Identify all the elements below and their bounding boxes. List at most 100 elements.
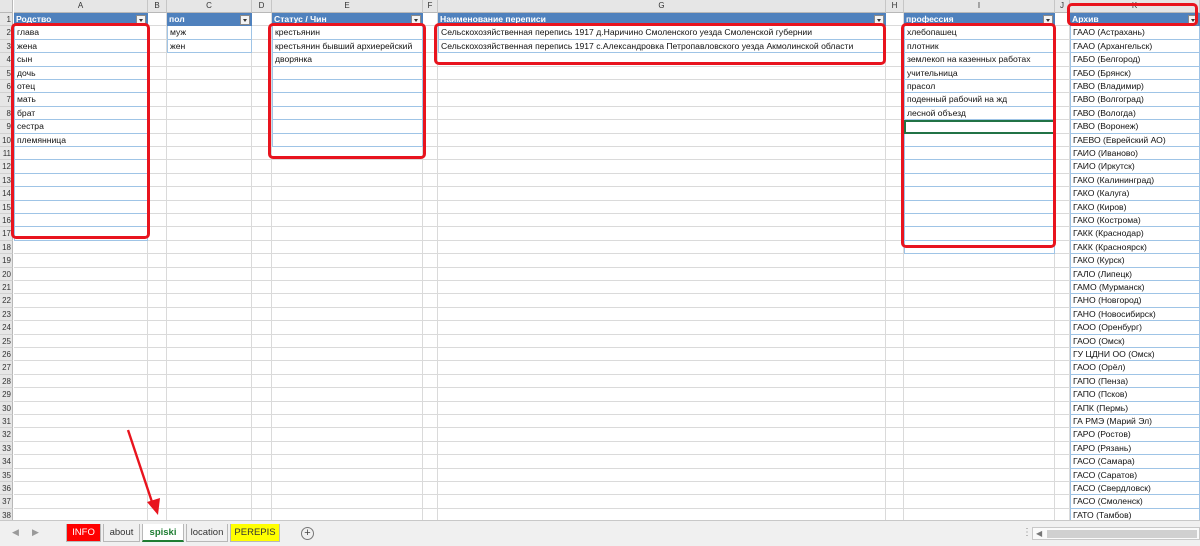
cell[interactable] — [438, 401, 886, 415]
cell[interactable] — [167, 93, 252, 107]
row-header[interactable]: 31 — [0, 415, 13, 429]
plus-circle-icon[interactable]: + — [301, 527, 314, 540]
cell[interactable] — [438, 106, 886, 121]
cell[interactable] — [252, 160, 272, 174]
column-header-i[interactable]: I — [904, 0, 1055, 13]
row-header[interactable]: 35 — [0, 468, 13, 482]
cell[interactable] — [423, 267, 438, 281]
cell[interactable] — [423, 200, 438, 214]
row-header[interactable]: 29 — [0, 388, 13, 402]
cell[interactable] — [14, 441, 148, 456]
cell[interactable] — [438, 307, 886, 322]
cell[interactable] — [272, 281, 423, 295]
cell[interactable] — [886, 348, 904, 362]
cell[interactable] — [423, 441, 438, 456]
cell[interactable] — [148, 214, 167, 228]
cell[interactable] — [148, 53, 167, 67]
cell[interactable] — [148, 66, 167, 80]
cell[interactable] — [252, 200, 272, 214]
cell[interactable] — [252, 508, 272, 520]
select-all-corner[interactable] — [0, 0, 13, 13]
cell[interactable] — [148, 415, 167, 429]
cell[interactable] — [886, 401, 904, 415]
cell[interactable] — [252, 254, 272, 268]
scrollbar-thumb[interactable] — [1047, 530, 1197, 538]
cell[interactable] — [1055, 227, 1070, 241]
row-header[interactable]: 37 — [0, 495, 13, 509]
cell[interactable] — [272, 240, 423, 255]
cell[interactable] — [272, 388, 423, 402]
cell[interactable] — [438, 482, 886, 496]
cell[interactable] — [438, 508, 886, 520]
cell[interactable] — [167, 53, 252, 67]
cell[interactable] — [1055, 26, 1070, 40]
cell[interactable] — [148, 374, 167, 389]
cell[interactable]: ГАКО (Калуга) — [1070, 187, 1200, 201]
cell[interactable] — [272, 348, 423, 362]
cell[interactable] — [14, 482, 148, 496]
cell[interactable] — [423, 508, 438, 520]
cell[interactable] — [148, 508, 167, 520]
cell[interactable] — [886, 482, 904, 496]
cell[interactable] — [14, 307, 148, 322]
cell[interactable] — [252, 294, 272, 308]
row-header[interactable]: 19 — [0, 254, 13, 268]
cell[interactable]: муж — [167, 26, 252, 40]
cell[interactable] — [14, 508, 148, 520]
row-header[interactable]: 26 — [0, 348, 13, 362]
cell[interactable] — [1055, 160, 1070, 174]
cell[interactable] — [167, 147, 252, 161]
cell[interactable]: ГААО (Архангельск) — [1070, 39, 1200, 54]
cell[interactable]: ГАНО (Новосибирск) — [1070, 307, 1200, 322]
cell[interactable] — [167, 374, 252, 389]
cell[interactable] — [167, 495, 252, 509]
cell[interactable] — [438, 227, 886, 241]
cell[interactable] — [252, 495, 272, 509]
cell[interactable]: ГАСО (Свердловск) — [1070, 482, 1200, 496]
column-header-d[interactable]: D — [252, 0, 272, 13]
cell[interactable]: ГАЛО (Липецк) — [1070, 267, 1200, 281]
spreadsheet-grid[interactable]: A B C D E F G H I J K 1 2 3 4 5 6 7 8 9 10 11 12 13 14 15 16 17 18 19… — [0, 0, 1200, 520]
cell[interactable] — [148, 80, 167, 94]
cell[interactable] — [167, 468, 252, 482]
cell[interactable] — [438, 254, 886, 268]
cell[interactable]: ГАВО (Волгоград) — [1070, 93, 1200, 107]
cell[interactable]: ГААО (Астрахань) — [1070, 26, 1200, 40]
cell[interactable] — [886, 455, 904, 469]
cell[interactable] — [904, 388, 1055, 402]
cell[interactable] — [167, 401, 252, 415]
column-header-g[interactable]: G — [438, 0, 886, 13]
cell[interactable] — [167, 508, 252, 520]
cell[interactable] — [14, 495, 148, 509]
cell[interactable] — [438, 428, 886, 442]
cell[interactable] — [1055, 173, 1070, 188]
cell[interactable] — [252, 415, 272, 429]
cell[interactable] — [272, 374, 423, 389]
tab-info[interactable]: INFO — [66, 524, 101, 542]
cell[interactable] — [886, 267, 904, 281]
cell[interactable] — [14, 361, 148, 375]
cell[interactable] — [167, 482, 252, 496]
cell[interactable] — [423, 348, 438, 362]
cell[interactable] — [1055, 307, 1070, 322]
cell[interactable] — [1055, 374, 1070, 389]
cell[interactable] — [886, 361, 904, 375]
cell[interactable] — [438, 294, 886, 308]
column-header-a[interactable]: A — [14, 0, 148, 13]
cell[interactable] — [148, 120, 167, 134]
cell[interactable] — [167, 80, 252, 94]
cell[interactable] — [1055, 133, 1070, 147]
cell[interactable] — [423, 482, 438, 496]
cell[interactable] — [904, 415, 1055, 429]
cell[interactable] — [423, 428, 438, 442]
row-header[interactable]: 27 — [0, 361, 13, 375]
cell[interactable] — [148, 334, 167, 348]
cell[interactable]: ГАСО (Смоленск) — [1070, 495, 1200, 509]
cell[interactable] — [148, 160, 167, 174]
cell[interactable] — [886, 334, 904, 348]
cell[interactable] — [423, 374, 438, 389]
cell[interactable] — [904, 361, 1055, 375]
cell[interactable]: ГАРО (Ростов) — [1070, 428, 1200, 442]
cell[interactable] — [148, 254, 167, 268]
cell[interactable] — [167, 388, 252, 402]
